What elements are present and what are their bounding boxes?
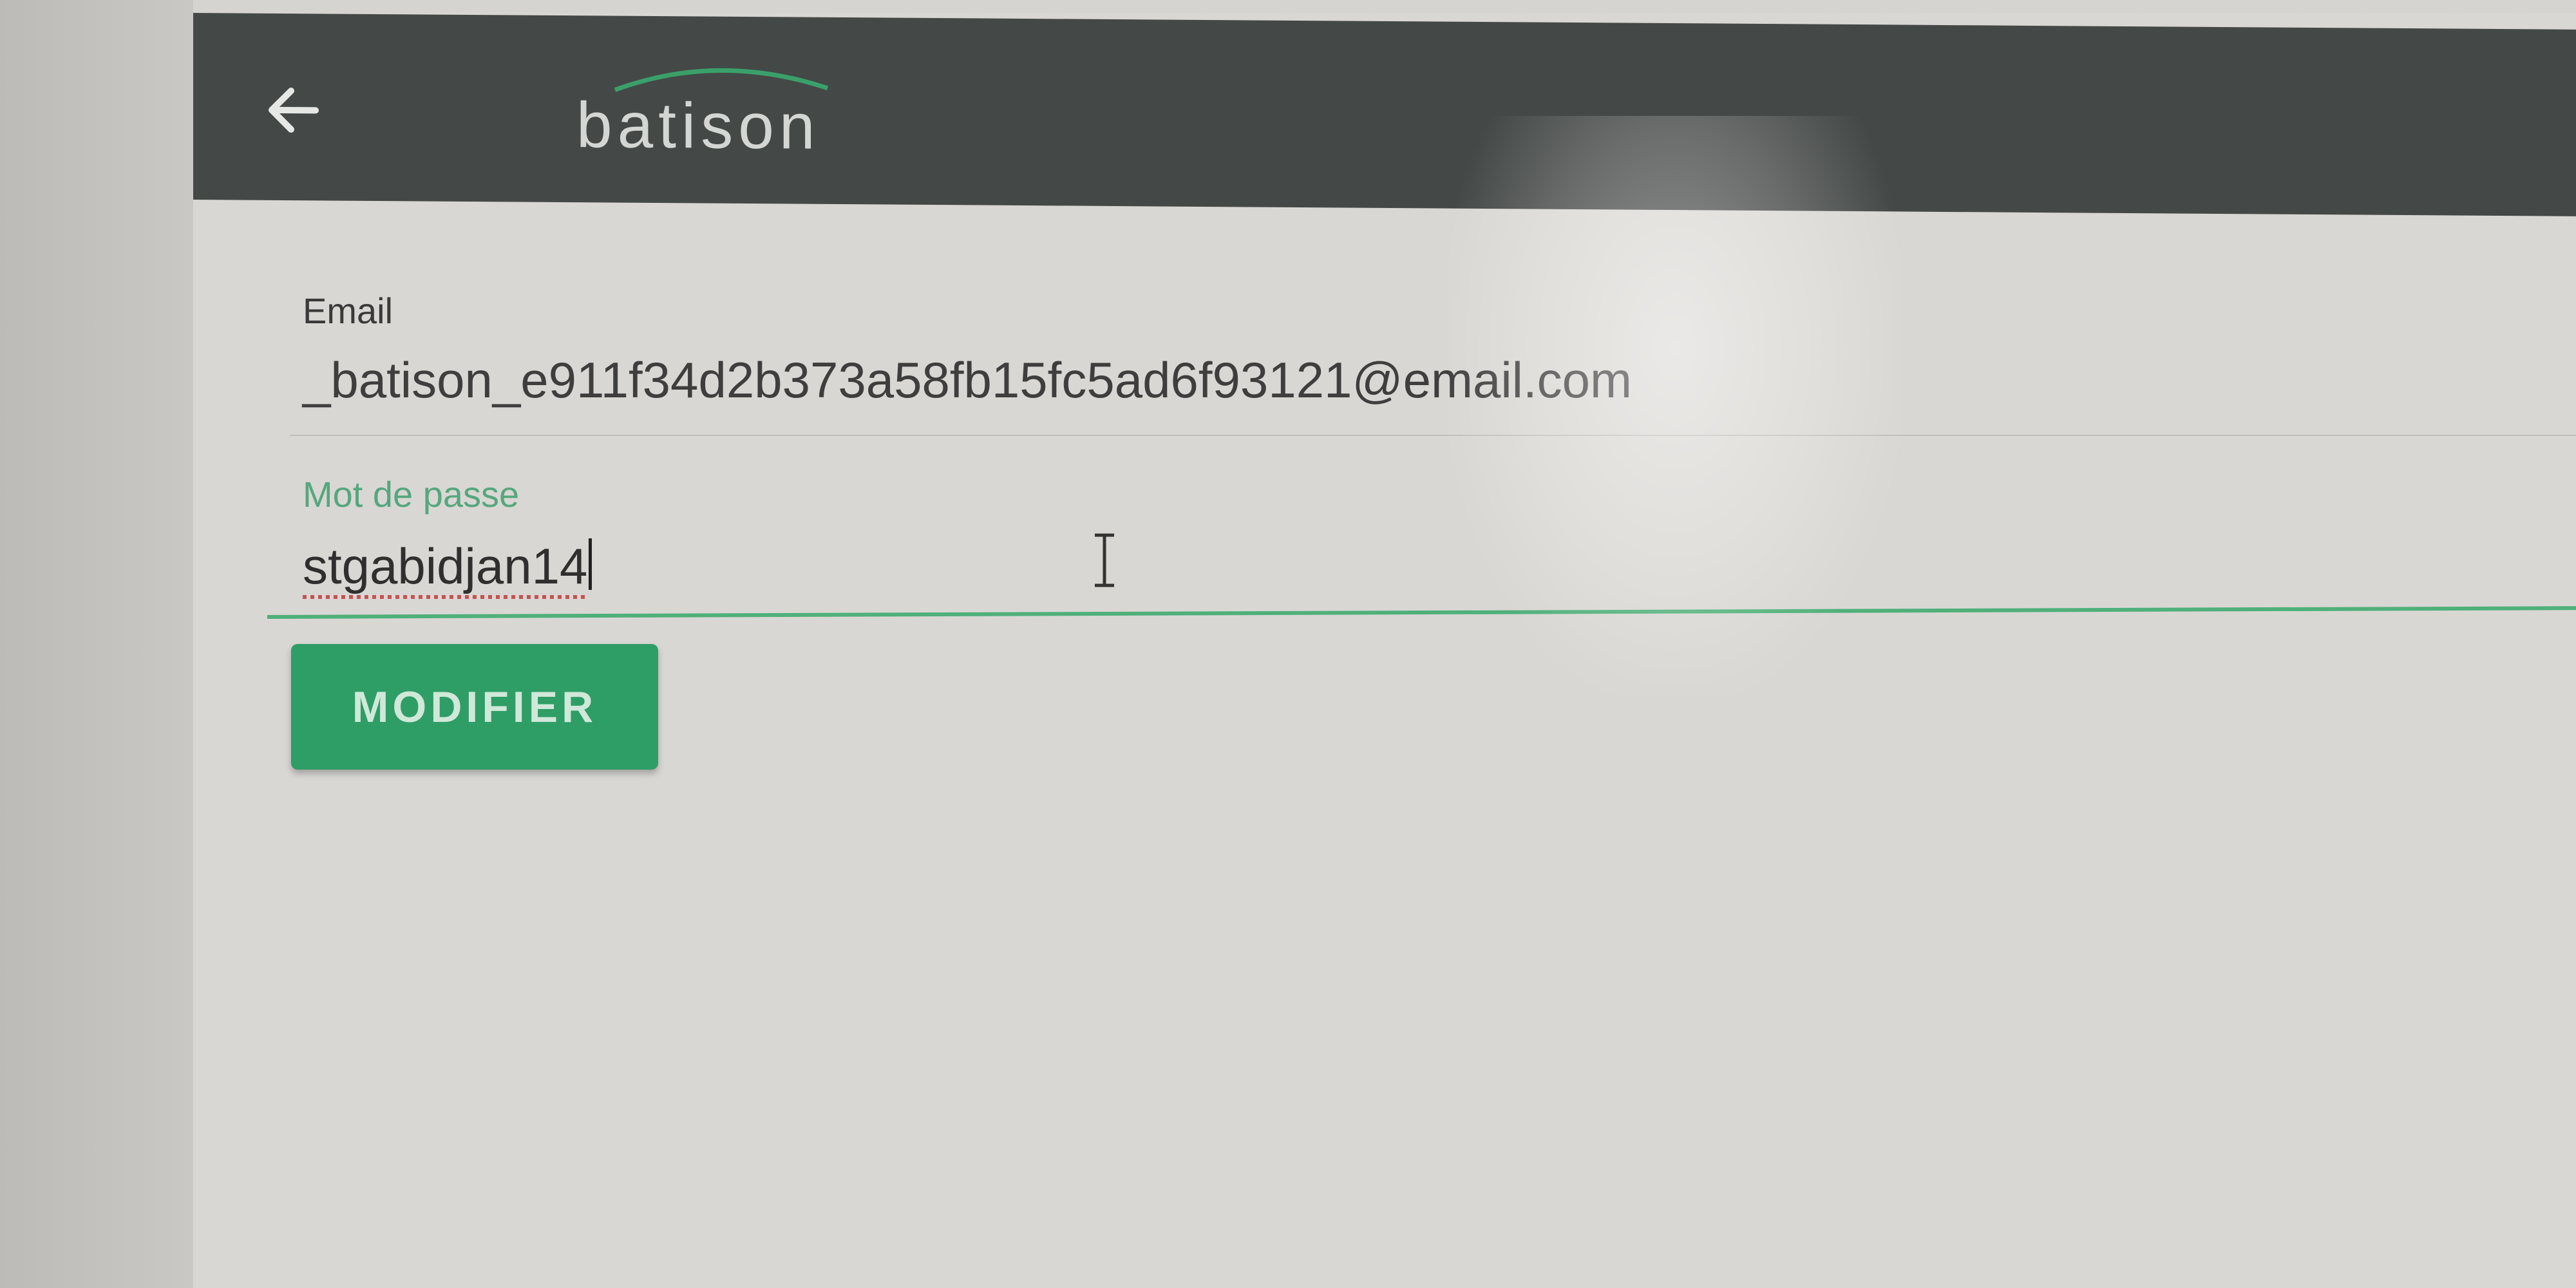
app-screen: batison Email _batison_e911f34d2b373a58f… — [193, 13, 2576, 1288]
text-caret — [589, 538, 592, 590]
arrow-left-icon — [269, 88, 319, 133]
password-input[interactable]: stgabidjan14 — [303, 538, 2576, 599]
text-cursor-icon — [1095, 533, 1114, 587]
email-divider — [290, 435, 2576, 436]
screen-bezel — [0, 0, 193, 1288]
password-value: stgabidjan14 — [303, 538, 588, 594]
app-header: batison — [193, 13, 2576, 216]
logo-text: batison — [576, 89, 820, 163]
email-label: Email — [303, 290, 393, 331]
email-value[interactable]: _batison_e911f34d2b373a58fb15fc5ad6f9312… — [303, 355, 2576, 405]
spellcheck-underline — [303, 595, 588, 599]
password-value-wrap: stgabidjan14 — [303, 538, 588, 599]
logo: batison — [576, 57, 847, 169]
email-field[interactable]: Email _batison_e911f34d2b373a58fb15fc5ad… — [303, 293, 2576, 448]
modify-button[interactable]: MODIFIER — [291, 644, 658, 770]
password-label: Mot de passe — [303, 474, 520, 515]
back-button[interactable] — [258, 75, 328, 146]
